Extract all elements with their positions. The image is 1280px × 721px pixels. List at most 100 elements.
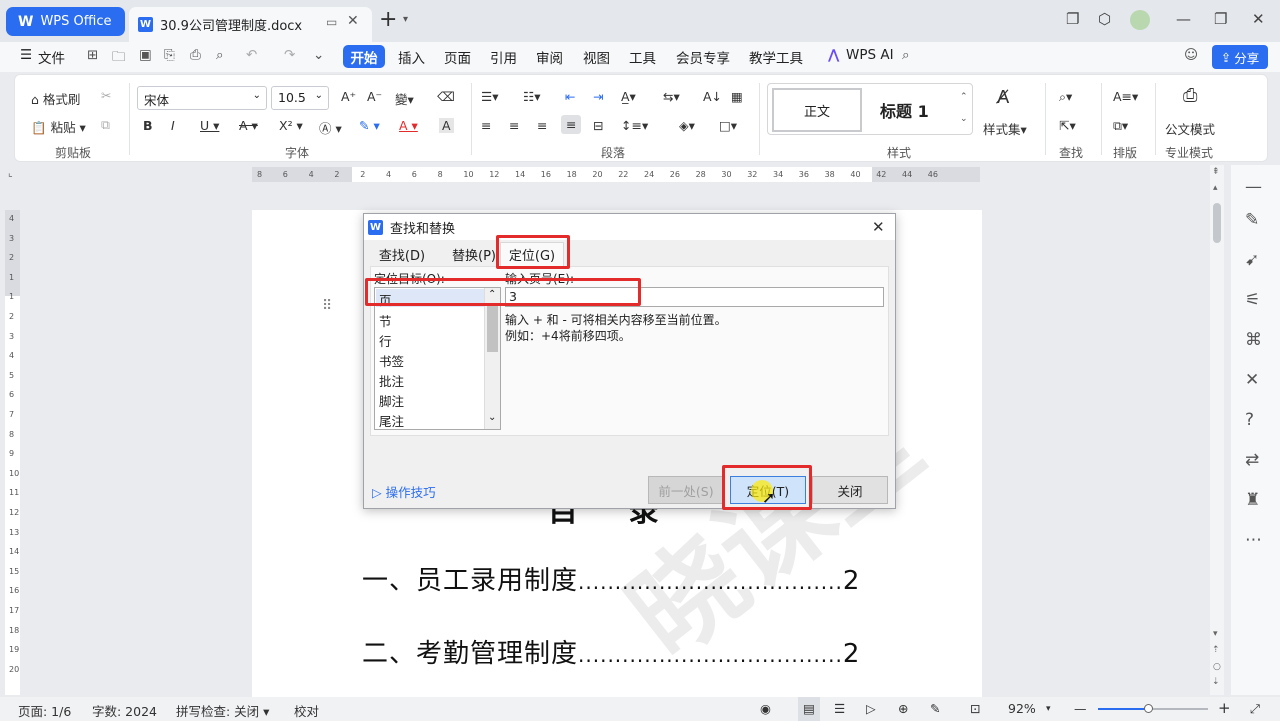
- zoom-slider-thumb[interactable]: [1144, 704, 1153, 713]
- official-doc-icon[interactable]: ⎙: [1183, 85, 1197, 106]
- user-avatar[interactable]: [1130, 10, 1150, 30]
- new-doc-icon[interactable]: ⊞: [87, 47, 98, 63]
- show-marks-icon[interactable]: ▦: [731, 89, 743, 104]
- spell-check-status[interactable]: 拼写检查: 关闭 ▾: [176, 701, 269, 720]
- toc-entry-2[interactable]: 二、考勤管理制度................................…: [362, 633, 860, 670]
- target-comment[interactable]: 批注: [379, 371, 404, 390]
- pen-icon[interactable]: ✎: [1245, 210, 1259, 230]
- zoom-in-icon[interactable]: +: [1218, 699, 1231, 717]
- shading-icon[interactable]: ◈▾: [679, 118, 695, 133]
- gallery-more-icon[interactable]: ⌄: [960, 114, 968, 124]
- menu-review[interactable]: 审阅: [536, 47, 563, 67]
- bullets-icon[interactable]: ☰▾: [481, 89, 498, 104]
- font-color-icon[interactable]: A ▾: [399, 118, 418, 133]
- align-center-icon[interactable]: ≡: [509, 118, 519, 133]
- zoom-level[interactable]: 92%: [1008, 701, 1036, 716]
- official-doc-button[interactable]: 公文模式: [1165, 119, 1215, 138]
- minimize-icon[interactable]: —: [1176, 10, 1191, 28]
- proofread-button[interactable]: 校对: [294, 701, 319, 720]
- eye-protection-icon[interactable]: ◉: [760, 701, 771, 716]
- web-view-icon[interactable]: ⊕: [898, 701, 908, 716]
- horizontal-ruler[interactable]: 8 6 4 2 2 4 6 8 10 12 14 16 18 20 22 24 26 28 30 32 34 36 38 40…: [252, 167, 980, 182]
- dialog-title-bar[interactable]: W 查找和替换 ✕: [364, 214, 895, 240]
- browse-object-icon[interactable]: ○: [1213, 662, 1221, 672]
- underline-icon[interactable]: U ▾: [200, 118, 219, 133]
- close-tab-icon[interactable]: ✕: [347, 13, 359, 29]
- wps-office-tab[interactable]: W WPS Office: [6, 7, 125, 36]
- border-icon[interactable]: □▾: [719, 118, 737, 133]
- shirt-icon[interactable]: ♜: [1245, 490, 1260, 510]
- distribute-icon[interactable]: ⊟: [593, 118, 603, 133]
- scroll-down-icon[interactable]: ▾: [1213, 629, 1218, 639]
- scroll-thumb[interactable]: [1213, 203, 1221, 243]
- style-normal[interactable]: 正文: [772, 88, 862, 132]
- find-icon[interactable]: ⌕▾: [1059, 89, 1072, 105]
- menu-tools[interactable]: 工具: [629, 47, 656, 67]
- char-shading-icon[interactable]: A: [439, 118, 454, 133]
- list-scroll-thumb[interactable]: [487, 306, 498, 352]
- align-right-icon[interactable]: ≡: [537, 118, 547, 133]
- sliders-icon[interactable]: ⚟: [1245, 290, 1260, 310]
- export-icon[interactable]: ⎘: [164, 47, 175, 63]
- more-chevron-icon[interactable]: ⌄: [313, 47, 324, 63]
- align-left-icon[interactable]: ≡: [481, 118, 491, 133]
- collapse-icon[interactable]: —: [1245, 177, 1262, 197]
- sort-direction-icon[interactable]: ⇆▾: [663, 89, 680, 104]
- dialog-close-icon[interactable]: ✕: [872, 218, 885, 236]
- sync-icon[interactable]: ⇄: [1245, 450, 1259, 470]
- fullscreen-icon[interactable]: ⤢: [1250, 701, 1260, 717]
- sort-icon[interactable]: A↓: [703, 89, 722, 104]
- select-icon[interactable]: ⇱▾: [1059, 118, 1076, 133]
- cursor-icon[interactable]: ➹: [1245, 250, 1259, 270]
- tab-find[interactable]: 查找(D): [372, 242, 432, 266]
- open-icon[interactable]: 🗀: [112, 47, 126, 70]
- copy-icon[interactable]: ⧉: [101, 117, 110, 133]
- highlight-icon[interactable]: ✎ ▾: [359, 118, 380, 133]
- clear-format-icon[interactable]: ⌫: [437, 89, 455, 104]
- font-size-select[interactable]: 10.5 ⌄: [271, 86, 329, 110]
- vertical-ruler[interactable]: 4 3 2 1 1 2 3 4 5 6 7 8 9 10 11 12 13 14 15 16 17 18 19 20: [5, 210, 20, 695]
- text-direction-icon[interactable]: A≡▾: [1113, 89, 1138, 104]
- style-set-button[interactable]: 样式集▾: [983, 119, 1027, 138]
- cut-icon[interactable]: ✂: [101, 88, 111, 103]
- target-endnote[interactable]: 尾注: [379, 411, 404, 430]
- tools-icon[interactable]: ✕: [1245, 370, 1259, 390]
- redo-icon[interactable]: ↷: [284, 47, 295, 63]
- increase-indent-icon[interactable]: ⇥: [593, 89, 603, 104]
- close-window-icon[interactable]: ✕: [1252, 10, 1265, 28]
- target-bookmark[interactable]: 书签: [379, 351, 404, 370]
- drag-handle-icon[interactable]: ⠿: [322, 298, 332, 314]
- format-painter-button[interactable]: ⌂ 格式刷: [31, 89, 80, 108]
- decrease-indent-icon[interactable]: ⇤: [565, 89, 575, 104]
- line-spacing-icon[interactable]: ↕≡▾: [621, 118, 648, 133]
- arrange-icon[interactable]: ⧉▾: [1113, 118, 1128, 134]
- scroll-top-icon[interactable]: ⇞: [1212, 167, 1220, 177]
- print-icon[interactable]: ⎙: [190, 47, 201, 63]
- italic-icon[interactable]: I: [171, 118, 175, 133]
- next-page-icon[interactable]: ⇣: [1212, 677, 1220, 687]
- zoom-dropdown-icon[interactable]: ▾: [1046, 704, 1051, 714]
- previous-button[interactable]: 前一处(S): [648, 476, 724, 504]
- chinese-layout-icon[interactable]: A̲▾: [621, 89, 636, 104]
- gallery-up-icon[interactable]: ⌃: [960, 92, 968, 102]
- prev-page-icon[interactable]: ⇡: [1212, 645, 1220, 655]
- help-icon[interactable]: ?: [1245, 410, 1254, 430]
- print-preview-icon[interactable]: ⌕: [216, 47, 224, 63]
- zoom-out-icon[interactable]: —: [1074, 701, 1087, 716]
- chat-icon[interactable]: ☺: [1184, 47, 1198, 63]
- hamburger-icon[interactable]: ☰: [20, 47, 32, 63]
- menu-file[interactable]: 文件: [38, 47, 65, 67]
- style-heading1[interactable]: 标题 1: [880, 98, 929, 122]
- new-tab-icon[interactable]: +: [379, 7, 397, 32]
- ruler-toggle-icon[interactable]: ⌞: [8, 168, 13, 179]
- float-window-icon[interactable]: ▭: [326, 15, 337, 29]
- reading-mode-icon[interactable]: ▷: [866, 701, 876, 716]
- vertical-scrollbar[interactable]: ⇞ ▴ ▾ ⇡ ○ ⇣: [1210, 165, 1224, 695]
- close-button[interactable]: 关闭: [812, 476, 888, 504]
- search-icon[interactable]: ⌕: [902, 47, 910, 63]
- list-scroll-down-icon[interactable]: ⌄: [488, 412, 496, 423]
- shrink-font-icon[interactable]: A⁻: [367, 89, 382, 104]
- superscript-icon[interactable]: X² ▾: [279, 118, 303, 133]
- zoom-slider[interactable]: [1098, 704, 1208, 713]
- style-set-icon[interactable]: A̸: [997, 87, 1009, 108]
